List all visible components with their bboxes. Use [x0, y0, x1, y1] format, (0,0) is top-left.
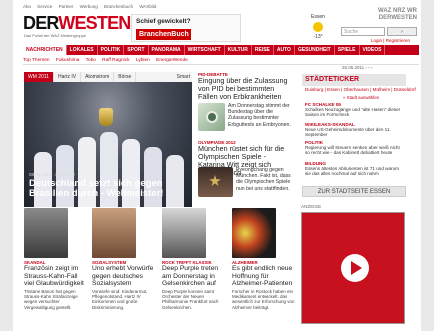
main-nav: NACHRICHTEN LOKALES POLITIK SPORT PANORA… — [23, 45, 419, 55]
top-link[interactable]: Partner — [59, 4, 74, 9]
top-link[interactable]: WAXbild — [139, 4, 156, 9]
video-ad[interactable] — [301, 212, 405, 324]
select-city-link[interactable]: » Stadt auswählen — [343, 95, 379, 100]
hero-tab[interactable]: Börse — [114, 72, 137, 82]
ticker-item[interactable]: BILDUNG Essens ältestes Abiturienten ist… — [305, 161, 405, 177]
publisher-logos[interactable]: WAZ NRZ WR DERWESTEN — [371, 8, 417, 22]
hero-smart[interactable]: Smart — [177, 72, 190, 82]
trophy-icon — [99, 108, 113, 126]
article-image[interactable] — [198, 167, 233, 197]
teaser-image[interactable] — [232, 208, 276, 258]
logo-tagline: Das Portal der WAZ Mediengruppe — [24, 33, 87, 38]
nav-item-wirtschaft[interactable]: WIRTSCHAFT — [185, 45, 225, 55]
subnav-item[interactable]: Lybien — [136, 58, 150, 63]
subnav-item[interactable]: Top Themen — [23, 58, 50, 63]
teaser-rock[interactable]: ROCK TRIFFT KLASSIK Deep Purple treten a… — [162, 208, 226, 310]
hero-date: 08.08.2011 · 22:33 Uhr — [29, 172, 75, 177]
top-link[interactable]: Abo — [23, 4, 31, 9]
subnav-item[interactable]: Toko — [86, 58, 96, 63]
teaser-sozialsystem[interactable]: SOZIALSYSTEM Uno erhebt Vorwürfe gegen d… — [92, 208, 156, 310]
play-icon[interactable] — [341, 254, 369, 282]
sub-nav: Top Themen Fukushima Toko Raff Ragnick L… — [23, 56, 419, 65]
top-link[interactable]: Service — [37, 4, 52, 9]
teaser-image[interactable] — [24, 208, 68, 258]
search-input[interactable]: Suche — [341, 27, 385, 36]
subnav-item[interactable]: EnergieWende — [156, 58, 188, 63]
register-link[interactable]: Registrieren — [386, 38, 410, 43]
weather-temp: -13° — [313, 34, 323, 40]
teaser-alzheimer[interactable]: ALZHEIMER Es gibt endlich neue Hoffnung … — [232, 208, 296, 310]
nav-item-videos[interactable]: VIDEOS — [360, 45, 386, 55]
subnav-item[interactable]: Raff Ragnick — [102, 58, 129, 63]
article-headline[interactable]: Eingung über die Zulassung von PID bei b… — [198, 77, 290, 101]
ticker-item[interactable]: POLITIK Regierung will Steuern senken ab… — [305, 140, 405, 156]
hero-slider[interactable]: WM 2011 Hartz IV Atomstrom Börse Smart 0… — [24, 72, 192, 207]
ticker-item[interactable]: FC SCHALKE 05 Schalkes Neuzugänge und "a… — [305, 102, 405, 118]
city-ticker-title: STÄDTETICKER — [302, 74, 406, 86]
nav-item-nachrichten[interactable]: NACHRICHTEN — [23, 45, 67, 55]
ad-brand: BranchenBuch — [136, 29, 191, 40]
hero-tabs: WM 2011 Hartz IV Atomstrom Börse Smart — [24, 72, 192, 82]
hero-tab[interactable]: WM 2011 — [24, 72, 55, 82]
search-button[interactable]: › — [387, 27, 417, 36]
nav-item-gesundheit[interactable]: GESUNDHEIT — [295, 45, 335, 55]
nav-item-lokales[interactable]: LOKALES — [67, 45, 98, 55]
ad-question: Schief gewickelt? — [136, 18, 191, 25]
ad-label: ANZEIGE — [301, 204, 322, 209]
article-pid: PID-DEBATTE Eingung über die Zulassung v… — [198, 72, 290, 101]
nav-item-sport[interactable]: SPORT — [124, 45, 149, 55]
top-link[interactable]: Branchenbuch — [104, 4, 133, 9]
article-teaser: Pyeongchang gegen München. Fakt ist, das… — [236, 167, 291, 192]
article-image[interactable] — [198, 103, 225, 131]
sun-icon — [313, 22, 323, 32]
city-page-button[interactable]: ZUR STADTSEITE ESSEN — [302, 186, 406, 197]
hero-tab[interactable]: Hartz IV — [54, 72, 82, 82]
teaser-skandal[interactable]: SKANDAL Französin zeigt im Strauss-Kahn-… — [24, 208, 88, 310]
top-links: Abo Service Partner Werbung Branchenbuch… — [23, 4, 161, 9]
city-list[interactable]: Duisburg | Essen | Oberhausen | Mülheim … — [302, 87, 416, 92]
article-teaser: Am Donnerstag stimmt der Bundestag über … — [228, 103, 291, 128]
login-link[interactable]: Login — [371, 38, 382, 43]
ticker-item[interactable]: WIKILEAKS-SKANDAL Neue US-Geheimdokument… — [305, 122, 405, 138]
weather-widget[interactable]: Essen -13° — [308, 14, 328, 40]
login-links: Login | Registrieren — [371, 38, 410, 43]
nav-item-auto[interactable]: AUTO — [274, 45, 295, 55]
site-logo[interactable]: DERWESTEN — [23, 14, 131, 32]
teaser-image[interactable] — [92, 208, 136, 258]
weather-city: Essen — [311, 14, 325, 20]
hero-caption[interactable]: Deutschland setzt sich gegen Brasilien d… — [29, 179, 189, 199]
teaser-image[interactable] — [162, 208, 206, 258]
branchenbuch-ad[interactable]: Schief gewickelt? BranchenBuch — [131, 14, 241, 42]
top-link[interactable]: Werbung — [80, 4, 98, 9]
nav-item-kultur[interactable]: KULTUR — [225, 45, 252, 55]
nav-item-politik[interactable]: POLITIK — [98, 45, 125, 55]
date-and-icons: 26.05.2011 ▫ ▫ ▫ — [342, 65, 373, 70]
star-icon — [209, 175, 221, 186]
nav-item-reise[interactable]: REISE — [252, 45, 274, 55]
nav-item-spiele[interactable]: SPIELE — [335, 45, 360, 55]
hero-tab[interactable]: Atomstrom — [81, 72, 115, 82]
nav-item-panorama[interactable]: PANORAMA — [149, 45, 185, 55]
subnav-item[interactable]: Fukushima — [56, 58, 79, 63]
